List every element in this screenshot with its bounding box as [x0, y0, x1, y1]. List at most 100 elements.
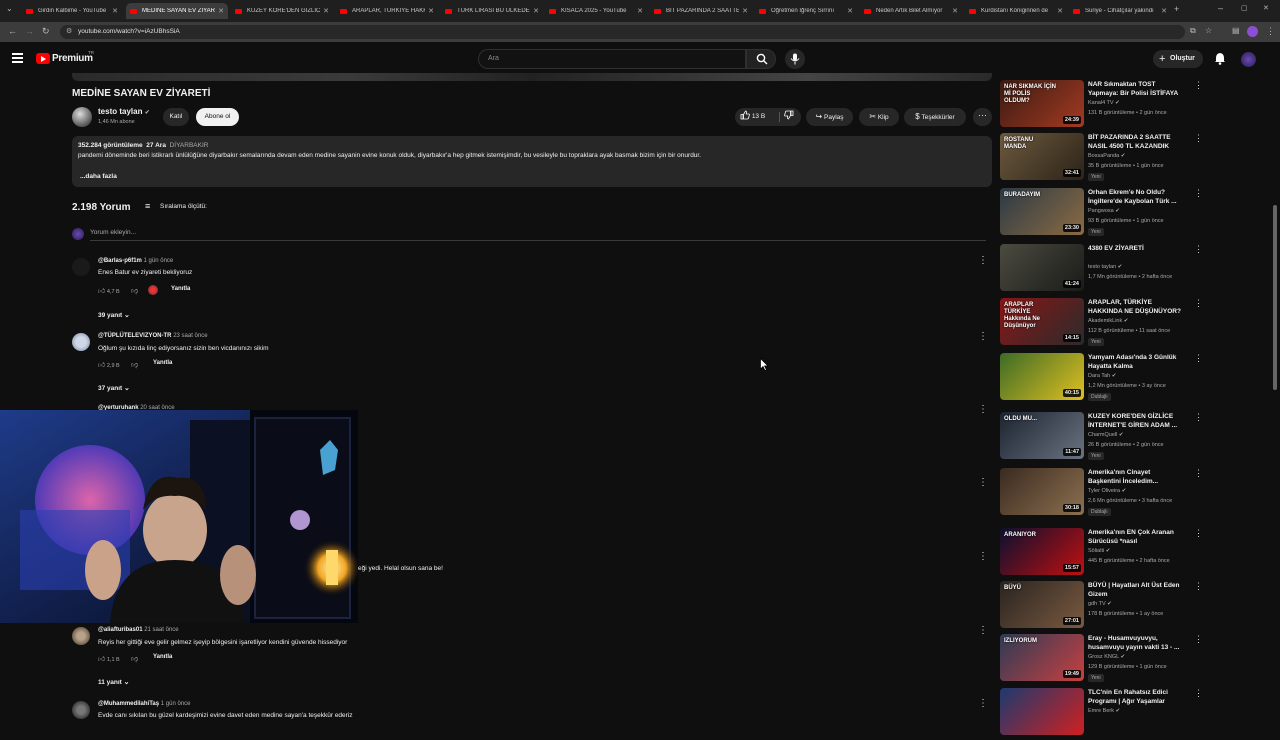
- like-button[interactable]: 13 B: [740, 110, 765, 120]
- view-replies-button[interactable]: 37 yanıt ⌄: [98, 384, 130, 392]
- comment-author[interactable]: @TÜPLÜTELEVIZYON-TR 23 saat önce: [98, 333, 208, 339]
- comment-more-icon[interactable]: ⋮: [978, 255, 988, 266]
- recommended-title[interactable]: BÜYÜ | Hayatları Alt Üst Eden Gizem: [1088, 581, 1184, 599]
- show-more-link[interactable]: ...daha fazla: [80, 173, 117, 180]
- channel-name[interactable]: testo taylan ✔: [98, 107, 150, 116]
- close-tab-icon[interactable]: ✕: [1161, 7, 1167, 15]
- video-more-icon[interactable]: ⋮: [1194, 133, 1203, 144]
- recommended-title[interactable]: Amerika'nın EN Çok Aranan Sürücüsü *nası…: [1088, 528, 1184, 546]
- recommended-video[interactable]: 40:15 Yamyam Adası'nda 3 Günlük Hayatta K…: [1000, 353, 1210, 405]
- recommended-title[interactable]: Eray - Husamvuyuvyu, husamvuyu yayın vak…: [1088, 634, 1184, 652]
- video-thumbnail[interactable]: BURADAYIM 23:30: [1000, 188, 1084, 235]
- recommended-video[interactable]: IZLIYORUM 19:49 Eray - Husamvuyuvyu, husam…: [1000, 634, 1210, 686]
- browser-tab-active[interactable]: MEDİNE SAYAN EV ZİYARETİ✕: [126, 3, 228, 19]
- recommended-title[interactable]: Yamyam Adası'nda 3 Günlük Hayatta Kalma: [1088, 353, 1184, 371]
- recommended-video[interactable]: 30:18 Amerika'nın Cinayet Başkentini İnce…: [1000, 468, 1210, 520]
- recommended-title[interactable]: KUZEY KORE'DEN GİZLİCE İNTERNET'E GİREN …: [1088, 412, 1184, 430]
- recommended-video[interactable]: TLC'nin En Rahatsız Edici Programı | Ağı…: [1000, 688, 1210, 740]
- video-thumbnail[interactable]: OLDU MU... 11:47: [1000, 412, 1084, 459]
- comment-more-icon[interactable]: ⋮: [978, 551, 988, 562]
- recommended-channel[interactable]: Grosz KNGL ✔: [1088, 654, 1125, 660]
- description-box[interactable]: 352.284 görüntüleme 27 Ara DİYARBAKIR pa…: [72, 136, 992, 187]
- new-tab-icon[interactable]: +: [1174, 4, 1179, 14]
- youtube-logo-icon[interactable]: [36, 53, 50, 64]
- site-info-icon[interactable]: ⚙: [66, 25, 72, 39]
- recommended-title[interactable]: TLC'nin En Rahatsız Edici Programı | Ağı…: [1088, 688, 1184, 706]
- video-more-icon[interactable]: ⋮: [1194, 688, 1203, 699]
- video-thumbnail[interactable]: 41:24: [1000, 244, 1084, 291]
- comment-author[interactable]: @MuhammedilahiTaş 1 gün önce: [98, 701, 190, 707]
- reply-button[interactable]: Yanıtla: [171, 286, 190, 292]
- video-more-icon[interactable]: ⋮: [1194, 634, 1203, 645]
- bookmark-star-icon[interactable]: ☆: [1205, 26, 1212, 35]
- commenter-avatar[interactable]: [72, 258, 90, 276]
- recommended-channel[interactable]: Tyler Oliveira ✔: [1088, 488, 1126, 494]
- recommended-title[interactable]: Amerika'nın Cinayet Başkentini İnceledim…: [1088, 468, 1184, 486]
- recommended-video[interactable]: NAR SIKMAK İÇİN Mİ POLİS OLDUM? 24:39 NAR …: [1000, 80, 1210, 132]
- close-tab-icon[interactable]: ✕: [428, 7, 434, 15]
- close-tab-icon[interactable]: ✕: [323, 7, 329, 15]
- reply-button[interactable]: Yanıtla: [153, 360, 172, 366]
- recommended-title[interactable]: 4380 EV ZİYARETİ: [1088, 244, 1184, 253]
- recommended-video[interactable]: ARANIYOR 15:57 Amerika'nın EN Çok Aranan S…: [1000, 528, 1210, 580]
- browser-menu-icon[interactable]: ⋮: [1266, 26, 1275, 37]
- comment-more-icon[interactable]: ⋮: [978, 331, 988, 342]
- comment-more-icon[interactable]: ⋮: [978, 698, 988, 709]
- browser-tab[interactable]: TÜRK LİRASI BU ÜLKEDE ✕: [441, 3, 543, 19]
- video-thumbnail[interactable]: 30:18: [1000, 468, 1084, 515]
- subscribe-button[interactable]: Abone ol: [196, 108, 239, 126]
- video-more-icon[interactable]: ⋮: [1194, 80, 1203, 91]
- video-more-icon[interactable]: ⋮: [1194, 188, 1203, 199]
- video-player[interactable]: [72, 73, 992, 81]
- close-tab-icon[interactable]: ✕: [1057, 7, 1063, 15]
- commenter-avatar[interactable]: [72, 627, 90, 645]
- close-tab-icon[interactable]: ✕: [112, 7, 118, 15]
- browser-tab[interactable]: Girdin Kalbime - YouTube ✕: [22, 3, 122, 19]
- recommended-video[interactable]: OLDU MU... 11:47 KUZEY KORE'DEN GİZLİCE İN…: [1000, 412, 1210, 464]
- sidebar-icon[interactable]: ▤: [1232, 26, 1240, 35]
- browser-tab[interactable]: ARAPLAR, TÜRKİYE HAKKI ✕: [336, 3, 438, 19]
- page-scrollbar[interactable]: [1273, 205, 1277, 390]
- recommended-channel[interactable]: testo taylan ✔: [1088, 264, 1122, 270]
- address-bar[interactable]: ⚙ youtube.com/watch?v=iAzUBhsSiA: [60, 25, 1185, 39]
- browser-tab[interactable]: Kurdistanı Königinnen de ✕: [965, 3, 1067, 19]
- close-tab-icon[interactable]: ✕: [218, 7, 224, 15]
- more-actions-button[interactable]: ···: [973, 108, 992, 126]
- video-thumbnail[interactable]: 40:15: [1000, 353, 1084, 400]
- video-thumbnail[interactable]: ARAPLAR TÜRKİYE Hakkında Ne Düşünüyor 14:…: [1000, 298, 1084, 345]
- forward-icon[interactable]: →: [25, 26, 34, 36]
- video-more-icon[interactable]: ⋮: [1194, 581, 1203, 592]
- video-more-icon[interactable]: ⋮: [1194, 412, 1203, 423]
- recommended-channel[interactable]: Sölialti ✔: [1088, 548, 1110, 554]
- comment-like-button[interactable]: 👍︎ 1,1 B: [98, 654, 120, 663]
- recommended-channel[interactable]: CharmQuell ✔: [1088, 432, 1123, 438]
- recommended-channel[interactable]: Dara Tah ✔: [1088, 373, 1116, 379]
- video-more-icon[interactable]: ⋮: [1194, 528, 1203, 539]
- recommended-video[interactable]: 41:24 4380 EV ZİYARETİ testo taylan ✔ 1,7 M…: [1000, 244, 1210, 296]
- comment-like-button[interactable]: 👍︎ 2,9 B: [98, 360, 120, 369]
- recommended-channel[interactable]: Kanal4 TV ✔: [1088, 100, 1120, 106]
- browser-tab[interactable]: KISACA 2025 - YouTube ✕: [545, 3, 647, 19]
- join-button[interactable]: Katıl: [163, 108, 189, 126]
- voice-search-button[interactable]: [785, 49, 805, 69]
- video-thumbnail[interactable]: BÜYÜ 27:01: [1000, 581, 1084, 628]
- video-more-icon[interactable]: ⋮: [1194, 244, 1203, 255]
- recommended-channel[interactable]: AkademikLink ✔: [1088, 318, 1128, 324]
- youtube-logo-text[interactable]: Premium: [52, 53, 93, 64]
- close-tab-icon[interactable]: ✕: [533, 7, 539, 15]
- dislike-button[interactable]: [784, 108, 794, 126]
- video-thumbnail[interactable]: NAR SIKMAK İÇİN Mİ POLİS OLDUM? 24:39: [1000, 80, 1084, 127]
- recommended-channel[interactable]: Emre Berk ✔: [1088, 708, 1120, 714]
- browser-tab[interactable]: Öğretmen İğrenç Sırrını ✕: [755, 3, 857, 19]
- close-tab-icon[interactable]: ✕: [952, 7, 958, 15]
- video-more-icon[interactable]: ⋮: [1194, 353, 1203, 364]
- menu-icon[interactable]: [12, 53, 23, 63]
- view-replies-button[interactable]: 39 yanıt ⌄: [98, 311, 130, 319]
- recommended-channel[interactable]: BossaPanda ✔: [1088, 153, 1125, 159]
- browser-tab[interactable]: BİT PAZARINDA 2 SAATTE ✕: [650, 3, 752, 19]
- recommended-title[interactable]: Orhan Ekrem'e No Oldu? İngiltere'de Kayb…: [1088, 188, 1184, 206]
- recommended-channel[interactable]: Pangwosa ✔: [1088, 208, 1120, 214]
- video-more-icon[interactable]: ⋮: [1194, 298, 1203, 309]
- user-avatar[interactable]: [1241, 52, 1256, 67]
- video-thumbnail[interactable]: [1000, 688, 1084, 735]
